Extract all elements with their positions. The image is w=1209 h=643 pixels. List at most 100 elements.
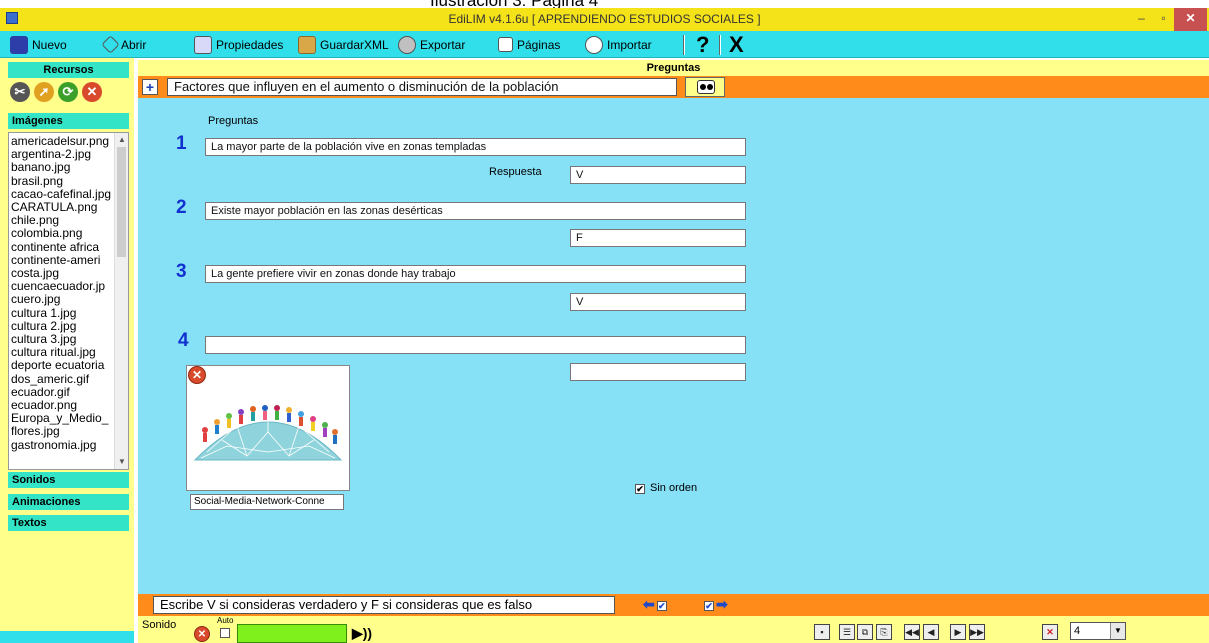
new-book-icon [10,35,28,54]
file-list-item[interactable]: colombia.png [11,227,114,240]
animaciones-section[interactable]: Animaciones [8,494,129,510]
add-page-button[interactable]: + [142,79,158,95]
scroll-up-icon[interactable]: ▲ [115,133,128,147]
toolbar-separator [683,35,685,55]
question-number: 1 [176,133,187,154]
sound-file-field[interactable] [237,624,347,643]
auto-checkbox[interactable] [220,628,230,638]
answer-input[interactable] [570,363,746,381]
answer-input[interactable]: V [570,293,746,311]
exportar-label: Exportar [420,37,466,52]
file-list-item[interactable]: cuencaecuador.jp [11,280,114,293]
question-input[interactable]: Existe mayor población en las zonas desé… [205,202,746,220]
file-list-item[interactable]: ecuador.png [11,399,114,412]
maximize-icon[interactable]: ▫ [1150,8,1177,31]
file-list-item[interactable]: continente-ameri [11,254,114,267]
question-input[interactable]: La gente prefiere vivir en zonas donde h… [205,265,746,283]
file-list-item[interactable]: deporte ecuatoria [11,359,114,372]
preguntas-header: Preguntas [138,60,1209,76]
next-page-icon[interactable]: ▶ [950,624,966,640]
file-list-item[interactable]: banano.jpg [11,161,114,174]
properties-icon [194,35,212,54]
file-list-item[interactable]: cuero.jpg [11,293,114,306]
speaker-icon[interactable]: ▶)) [352,625,372,642]
question-input[interactable] [205,336,746,354]
textos-section[interactable]: Textos [8,515,129,531]
file-list-item[interactable]: cultura ritual.jpg [11,346,114,359]
file-list-item[interactable]: dos_americ.gif [11,373,114,386]
file-list-item[interactable]: argentina-2.jpg [11,148,114,161]
exportar-button[interactable]: Exportar [398,31,465,58]
save-icon[interactable]: ▪ [814,624,830,640]
open-folder-icon[interactable]: ➚ [34,82,54,102]
open-icon [101,35,120,54]
question-image[interactable] [186,365,350,491]
abrir-button[interactable]: Abrir [101,31,147,58]
sin-orden-checkbox[interactable]: ✔ [635,484,645,494]
next-checkbox[interactable]: ✔ [704,601,714,611]
prev-page-icon[interactable]: ◀ [923,624,939,640]
scroll-thumb[interactable] [117,147,126,257]
next-nav-icon[interactable]: ✔ ➡ [704,596,728,614]
help-icon[interactable]: ? [696,32,709,58]
import-icon [585,35,603,54]
chevron-down-icon[interactable]: ▼ [1110,623,1125,639]
arrow-right-icon: ➡ [716,596,728,612]
file-list-item[interactable]: ecuador.gif [11,386,114,399]
question-input[interactable]: La mayor parte de la población vive en z… [205,138,746,156]
file-list-item[interactable]: chile.png [11,214,114,227]
list-icon[interactable]: ☰ [839,624,855,640]
image-filename: Social-Media-Network-Conne [190,494,344,510]
close-icon[interactable]: ✕ [1174,8,1207,31]
prev-checkbox[interactable]: ✔ [656,601,667,611]
remove-sound-icon[interactable]: ✕ [194,626,210,642]
file-list-item[interactable]: cultura 3.jpg [11,333,114,346]
topic-title-input[interactable]: Factores que influyen en el aumento o di… [167,78,677,96]
file-list: americadelsur.png argentina-2.jpg banano.j… [9,133,128,452]
image-file-list[interactable]: americadelsur.png argentina-2.jpg banano.j… [8,132,129,470]
imagenes-section[interactable]: Imágenes [8,113,129,129]
topic-bar: + Factores que influyen en el aumento o … [138,76,1209,98]
scroll-down-icon[interactable]: ▼ [115,455,128,469]
guardarxml-button[interactable]: GuardarXML [298,31,389,58]
file-list-item[interactable]: gastronomia.jpg [11,439,114,452]
globe-people-image [187,366,349,490]
last-page-icon[interactable]: ▶▶ [969,624,985,640]
guardarxml-label: GuardarXML [320,37,389,52]
propiedades-button[interactable]: Propiedades [194,31,283,58]
file-list-item[interactable]: brasil.png [11,175,114,188]
file-list-scrollbar[interactable]: ▲ ▼ [114,133,128,469]
instruction-input[interactable]: Escribe V si consideras verdadero y F si… [153,596,615,614]
answer-input[interactable]: F [570,229,746,247]
delete-icon[interactable]: ✕ [82,82,102,102]
sonidos-section[interactable]: Sonidos [8,472,129,488]
file-list-item[interactable]: cultura 2.jpg [11,320,114,333]
preview-button[interactable] [685,77,725,97]
file-list-item[interactable]: costa.jpg [11,267,114,280]
importar-label: Importar [607,37,652,52]
file-list-item[interactable]: cacao-cafefinal.jpg [11,188,114,201]
file-list-item[interactable]: flores.jpg [11,425,114,438]
remove-image-icon[interactable]: ✕ [188,366,206,384]
abrir-label: Abrir [121,37,147,52]
figure-caption: Ilustración 3: Página 4 [0,0,1209,8]
tools-icon[interactable]: ✂ [10,82,30,102]
prev-nav-icon[interactable]: ⬅ ✔ [643,596,667,614]
file-list-item[interactable]: CARATULA.png [11,201,114,214]
page-selector[interactable]: 4 ▼ [1070,622,1126,640]
paste-page-icon[interactable]: ⎘ [876,624,892,640]
resources-panel: Recursos ✂ ➚ ⟳ ✕ Imágenes americadelsur.… [0,58,134,643]
paginas-button[interactable]: Páginas [498,31,560,58]
file-list-item[interactable]: Europa_y_Medio_ [11,412,114,425]
refresh-icon[interactable]: ⟳ [58,82,78,102]
file-list-item[interactable]: cultura 1.jpg [11,307,114,320]
importar-button[interactable]: Importar [585,31,652,58]
answer-input[interactable]: V [570,166,746,184]
nuevo-button[interactable]: Nuevo [10,31,67,58]
delete-page-icon[interactable]: ✕ [1042,624,1058,640]
exit-icon[interactable]: X [729,32,744,58]
file-list-item[interactable]: continente africa [11,241,114,254]
copy-page-icon[interactable]: ⧉ [857,624,873,640]
file-list-item[interactable]: americadelsur.png [11,135,114,148]
first-page-icon[interactable]: ◀◀ [904,624,920,640]
